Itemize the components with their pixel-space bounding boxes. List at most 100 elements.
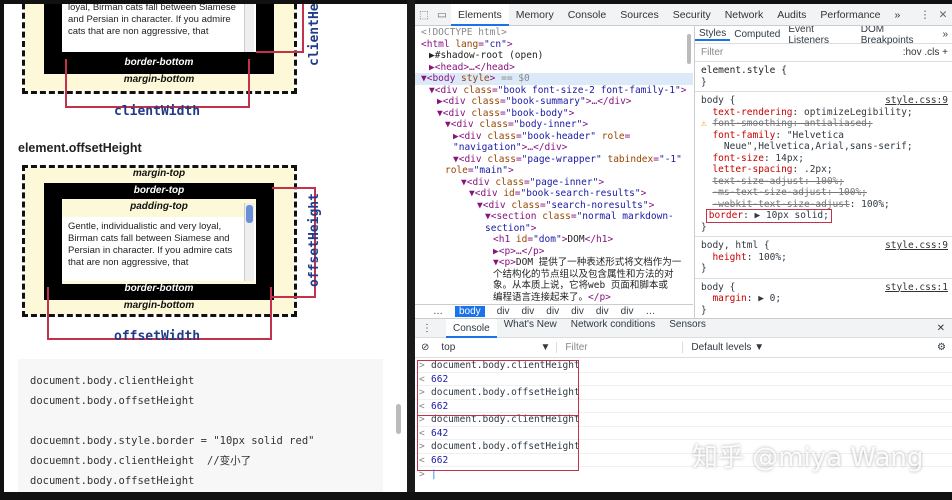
- margin-bottom-label: margin-bottom: [123, 74, 195, 85]
- tab-performance[interactable]: Performance: [813, 4, 887, 26]
- breadcrumb-item[interactable]: …: [433, 306, 443, 317]
- code-line: docuemnt.body.clientHeight //变小了: [30, 455, 252, 467]
- dom-node[interactable]: ▼<div id="book-search-results">: [415, 188, 693, 200]
- dom-node[interactable]: ▼<div class="body-inner">: [415, 119, 693, 131]
- offset-height-label: offsetHeight: [307, 193, 322, 287]
- source-link[interactable]: style.css:1: [885, 282, 948, 293]
- breadcrumb-item[interactable]: div: [596, 306, 609, 317]
- console-filter-input[interactable]: Filter: [557, 342, 684, 353]
- content-scrollbar[interactable]: [244, 203, 254, 281]
- styles-filter-input[interactable]: Filter :hov .cls +: [695, 44, 952, 62]
- tab-sources[interactable]: Sources: [613, 4, 666, 26]
- padding-top-label: padding-top: [130, 201, 188, 212]
- context-selector[interactable]: top ▼: [435, 342, 558, 353]
- more-options-icon[interactable]: ⋮: [916, 9, 934, 21]
- dom-node[interactable]: ▼<div class="page-inner">: [415, 177, 693, 189]
- margin-top-label: margin-top: [132, 168, 186, 179]
- dom-node[interactable]: ▼<p>DOM 提供了一种表述形式将文档作为一: [415, 257, 693, 269]
- breadcrumb-item[interactable]: div: [571, 306, 584, 317]
- border-declaration-highlight: border: ▶ 10px solid;: [705, 209, 832, 223]
- bottom-frame: [0, 492, 952, 500]
- client-width-bracket-right: [248, 59, 250, 107]
- border-bottom-label: border-bottom: [124, 283, 194, 294]
- dom-node[interactable]: ▶<p>…</p>: [415, 246, 693, 258]
- drawer-tab[interactable]: Console: [446, 318, 497, 338]
- drawer-menu-icon[interactable]: ⋮: [415, 323, 439, 334]
- drawer-close-icon[interactable]: ✕: [930, 323, 952, 334]
- dom-node[interactable]: <!DOCTYPE html>: [415, 27, 693, 39]
- highlight-box-before: [417, 360, 579, 416]
- client-height-tick: [256, 51, 304, 53]
- content-scrollbar[interactable]: [244, 4, 254, 52]
- tab-elements[interactable]: Elements: [451, 4, 509, 26]
- dom-node[interactable]: "navigation">…</div>: [415, 142, 693, 154]
- drawer-tab[interactable]: Sensors: [662, 319, 713, 338]
- tab-[interactable]: »: [888, 4, 908, 26]
- tab-security[interactable]: Security: [666, 4, 718, 26]
- tab-audits[interactable]: Audits: [770, 4, 813, 26]
- close-icon[interactable]: ✕: [934, 9, 952, 21]
- styles-tab[interactable]: Computed: [730, 29, 784, 40]
- client-height-label: clientHeight: [307, 4, 322, 66]
- border-top-label: border-top: [133, 185, 185, 196]
- source-link[interactable]: style.css:9: [885, 240, 948, 251]
- styles-tabs: Styles Computed Event Listeners DOM Breakpo…: [695, 26, 952, 46]
- dom-node[interactable]: ▶<div class="book-summary">…</div>: [415, 96, 693, 108]
- content-text: Gentle, individualistic and very loyal, …: [62, 217, 256, 281]
- dom-node[interactable]: 编程语言连接起来了。</p>: [415, 292, 693, 304]
- dom-node[interactable]: ▼<div class="book-body">: [415, 108, 693, 120]
- breadcrumb: … body div div div div div div…: [415, 304, 693, 318]
- style-rule: element.style {}: [695, 62, 952, 92]
- tab-network[interactable]: Network: [718, 4, 771, 26]
- dom-node[interactable]: ▼<div class="page-wrapper" tabindex="-1": [415, 154, 693, 166]
- dom-node[interactable]: ▼<div class="search-noresults">: [415, 200, 693, 212]
- page-scrollbar[interactable]: [396, 404, 401, 434]
- inspect-icon[interactable]: ⬚: [415, 9, 433, 21]
- dom-node[interactable]: role="main">: [415, 165, 693, 177]
- elements-tree[interactable]: <!DOCTYPE html> <html lang="cn"> ▶#shadow-…: [415, 26, 693, 304]
- code-line: docuemnt.body.style.border = "10px solid…: [30, 435, 315, 447]
- offset-width-bracket-right: [270, 287, 272, 339]
- drawer-tab[interactable]: Network conditions: [564, 319, 662, 338]
- tab-console[interactable]: Console: [561, 4, 614, 26]
- scroll-thumb[interactable]: [246, 205, 253, 223]
- breadcrumb-item[interactable]: div: [621, 306, 634, 317]
- offset-width-bracket-left: [47, 287, 49, 339]
- dom-node[interactable]: 象。从本质上说，它将web 页面和脚本或: [415, 280, 693, 292]
- log-levels-dropdown[interactable]: Default levels ▼: [683, 342, 764, 353]
- dom-node[interactable]: ▶<head>…</head>: [415, 62, 693, 74]
- dom-node[interactable]: <html lang="cn">: [415, 39, 693, 51]
- device-toolbar-icon[interactable]: ▭: [433, 9, 451, 21]
- styles-tab[interactable]: Event Listeners: [784, 26, 856, 46]
- drawer-tab[interactable]: What's New: [497, 319, 564, 338]
- dom-node[interactable]: ▼<body style> == $0: [415, 73, 693, 85]
- style-rule: style.css:1 body { margin: ▶ 0; }: [695, 279, 952, 319]
- styles-tab[interactable]: DOM Breakpoints: [857, 26, 939, 46]
- tab-memory[interactable]: Memory: [509, 4, 561, 26]
- breadcrumb-item[interactable]: div: [497, 306, 510, 317]
- dom-node[interactable]: 个结构化的节点组以及包含属性和方法的对: [415, 269, 693, 281]
- styles-tab[interactable]: »: [938, 29, 952, 40]
- dom-node[interactable]: ▼<section class="normal markdown-: [415, 211, 693, 223]
- elements-scrollbar[interactable]: [687, 34, 691, 64]
- dom-node[interactable]: ▼<div class="book font-size-2 font-famil…: [415, 85, 693, 97]
- dom-node[interactable]: <h1 id="dom">DOM</h1>: [415, 234, 693, 246]
- filter-toggles[interactable]: :hov .cls +: [903, 47, 948, 58]
- drawer-tabs: ⋮ Console What's New Network conditions Sen…: [415, 318, 952, 338]
- console-toolbar: ⊘ top ▼ Filter Default levels ▼ ⚙: [415, 338, 952, 358]
- breadcrumb-item[interactable]: div: [521, 306, 534, 317]
- styles-tab[interactable]: Styles: [695, 28, 731, 41]
- clear-console-icon[interactable]: ⊘: [415, 342, 435, 353]
- breadcrumb-item[interactable]: body: [455, 306, 485, 317]
- breadcrumb-item[interactable]: …: [645, 306, 655, 317]
- border-bottom-label: border-bottom: [124, 57, 194, 68]
- dom-node[interactable]: ▶<div class="book-header" role=: [415, 131, 693, 143]
- breadcrumb-item[interactable]: div: [546, 306, 559, 317]
- style-rule: style.css:9 body, html { height: 100%; }: [695, 237, 952, 279]
- filter-placeholder: Filter: [701, 47, 724, 58]
- styles-pane: Styles Computed Event Listeners DOM Breakpo…: [694, 26, 952, 318]
- gear-icon[interactable]: ⚙: [937, 342, 952, 353]
- dom-node[interactable]: section">: [415, 223, 693, 235]
- source-link[interactable]: style.css:9: [885, 95, 948, 106]
- dom-node[interactable]: ▶#shadow-root (open): [415, 50, 693, 62]
